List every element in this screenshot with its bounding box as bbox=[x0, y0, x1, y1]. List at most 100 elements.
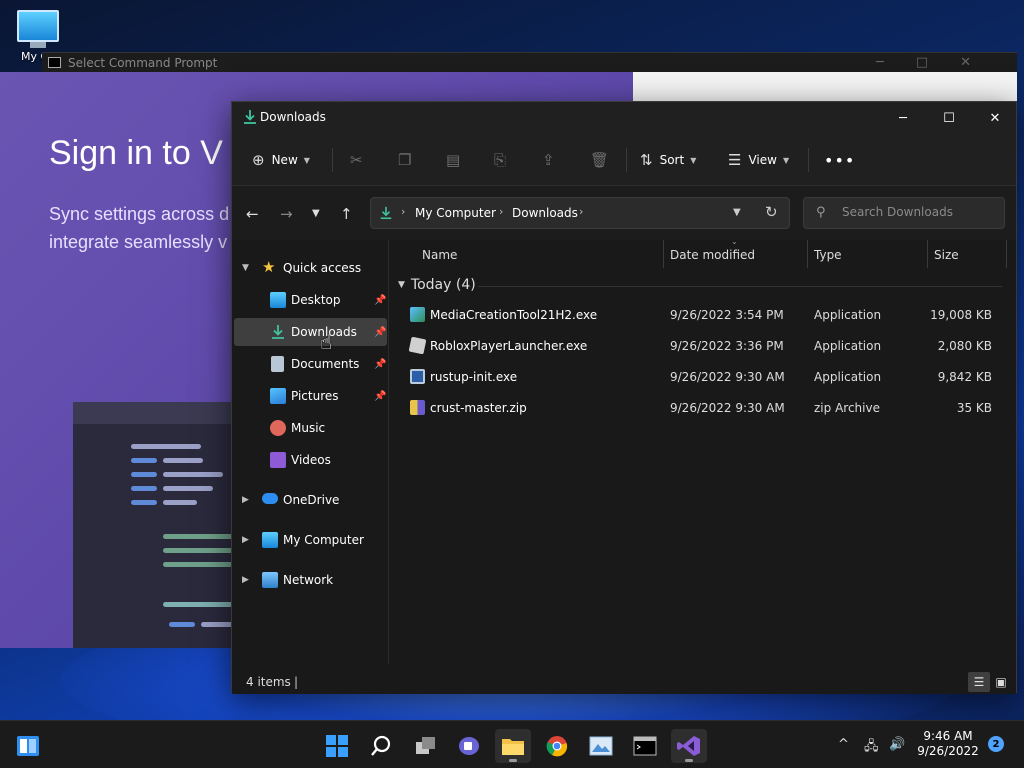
cmd-window-controls[interactable]: ─□✕ bbox=[876, 55, 1003, 70]
address-bar[interactable]: › My Computer › Downloads › ▼ ↻ bbox=[370, 197, 790, 229]
sidebar-item-pictures[interactable]: Pictures 📌 bbox=[234, 382, 387, 410]
view-button[interactable]: ☰ View ▼ bbox=[728, 148, 789, 172]
taskbar-chrome[interactable] bbox=[539, 729, 575, 763]
breadcrumb-chevron-icon: › bbox=[499, 205, 504, 218]
hand-cursor-icon: ☝ bbox=[320, 330, 333, 354]
group-header-today[interactable]: ▼ Today (4) bbox=[398, 277, 476, 293]
arrow-up-icon: ↑ bbox=[340, 205, 353, 223]
sidebar-item-quick-access[interactable]: ▼ ★ Quick access bbox=[234, 254, 387, 282]
sidebar-item-documents[interactable]: Documents 📌 bbox=[234, 350, 387, 378]
search-icon: ⚲ bbox=[816, 205, 826, 220]
breadcrumb-my-computer[interactable]: My Computer bbox=[415, 206, 496, 220]
tiles-view-button[interactable]: ▣ bbox=[990, 672, 1012, 692]
sidebar-item-downloads[interactable]: Downloads 📌 bbox=[234, 318, 387, 346]
file-explorer-window[interactable]: Downloads ─ ☐ ✕ ⊕ New ▼ ✂ ❐ ▤ ⎘ ⇪ 🗑 ⇅ So… bbox=[231, 101, 1017, 764]
plus-circle-icon: ⊕ bbox=[252, 151, 265, 169]
explorer-titlebar[interactable]: Downloads ─ ☐ ✕ bbox=[232, 102, 1016, 134]
maximize-button[interactable]: ☐ bbox=[926, 102, 972, 134]
paste-button[interactable]: ▤ bbox=[446, 148, 467, 172]
address-dropdown-button[interactable]: ▼ bbox=[733, 207, 741, 218]
chat-icon bbox=[459, 737, 479, 755]
new-button[interactable]: ⊕ New ▼ bbox=[252, 148, 310, 172]
chat-button[interactable] bbox=[451, 729, 487, 763]
taskbar-clock[interactable]: 9:46 AM 9/26/2022 bbox=[912, 729, 984, 759]
file-row[interactable]: MediaCreationTool21H2.exe 9/26/2022 3:54… bbox=[398, 300, 1002, 330]
file-row[interactable]: RobloxPlayerLauncher.exe 9/26/2022 3:36 … bbox=[398, 331, 1002, 361]
forward-button[interactable]: → bbox=[280, 205, 293, 223]
details-view-button[interactable]: ☰ bbox=[968, 672, 990, 692]
column-header-type[interactable]: Type bbox=[814, 240, 842, 270]
up-button[interactable]: ↑ bbox=[340, 205, 353, 223]
column-header-size[interactable]: Size bbox=[934, 240, 959, 270]
column-header-name[interactable]: Name bbox=[422, 240, 457, 270]
minimize-button[interactable]: ─ bbox=[880, 102, 926, 134]
file-list: Name ⌄ Date modified Type Size ▼ Today (… bbox=[390, 237, 1016, 764]
sort-button[interactable]: ⇅ Sort ▼ bbox=[640, 148, 696, 172]
chevron-down-icon: ▼ bbox=[242, 263, 249, 273]
file-row[interactable]: rustup-init.exe 9/26/2022 9:30 AM Applic… bbox=[398, 362, 1002, 392]
share-icon: ⇪ bbox=[542, 151, 555, 169]
taskbar-terminal[interactable] bbox=[627, 729, 663, 763]
volume-icon[interactable]: 🔊 bbox=[889, 737, 905, 752]
windows-logo-icon bbox=[326, 735, 348, 757]
chevron-down-icon: ▼ bbox=[303, 155, 310, 165]
sidebar-item-music[interactable]: Music bbox=[234, 414, 387, 442]
music-icon bbox=[270, 420, 286, 436]
delete-button[interactable]: 🗑 bbox=[590, 148, 616, 172]
sidebar-item-network[interactable]: ▶ Network bbox=[234, 566, 387, 594]
navigation-bar: ← → ▼ ↑ › My Computer › Downloads › ▼ ↻ … bbox=[232, 186, 1016, 240]
sidebar-item-my-computer[interactable]: ▶ My Computer bbox=[234, 526, 387, 554]
start-button[interactable] bbox=[319, 729, 355, 763]
sidebar-item-desktop[interactable]: Desktop 📌 bbox=[234, 286, 387, 314]
notification-badge[interactable]: 2 bbox=[988, 736, 1004, 752]
zip-archive-icon bbox=[410, 400, 425, 415]
taskbar-photos[interactable] bbox=[583, 729, 619, 763]
photos-icon bbox=[589, 736, 613, 756]
refresh-button[interactable]: ↻ bbox=[765, 203, 778, 221]
taskbar-visual-studio[interactable] bbox=[671, 729, 707, 763]
breadcrumb-chevron-icon: › bbox=[401, 205, 406, 218]
file-row[interactable]: crust-master.zip 9/26/2022 9:30 AM zip A… bbox=[398, 393, 1002, 423]
search-box[interactable]: ⚲ bbox=[803, 197, 1005, 229]
status-bar: 4 items | ☰ ▣ bbox=[232, 668, 1016, 694]
code-editor-illustration bbox=[73, 402, 243, 648]
sort-icon: ⇅ bbox=[640, 151, 653, 169]
sidebar-item-onedrive[interactable]: ▶ OneDrive bbox=[234, 486, 387, 514]
command-prompt-window[interactable]: Select Command Prompt ─□✕ bbox=[42, 52, 1017, 72]
close-button[interactable]: ✕ bbox=[972, 102, 1018, 134]
taskbar-file-explorer[interactable] bbox=[495, 729, 531, 763]
view-list-icon: ☰ bbox=[728, 151, 742, 169]
ellipsis-icon: ••• bbox=[824, 150, 856, 170]
chevron-down-icon: ▼ bbox=[312, 208, 320, 219]
back-button[interactable]: ← bbox=[246, 205, 259, 223]
command-bar: ⊕ New ▼ ✂ ❐ ▤ ⎘ ⇪ 🗑 ⇅ Sort ▼ ☰ View ▼ ••… bbox=[232, 134, 1016, 186]
sidebar-item-videos[interactable]: Videos bbox=[234, 446, 387, 474]
breadcrumb-chevron-icon: › bbox=[579, 205, 584, 218]
cut-button[interactable]: ✂ bbox=[350, 148, 370, 172]
widgets-icon bbox=[17, 736, 39, 756]
breadcrumb-downloads[interactable]: Downloads bbox=[512, 206, 578, 220]
column-header-date[interactable]: Date modified bbox=[670, 240, 755, 270]
recent-locations-button[interactable]: ▼ bbox=[312, 208, 320, 219]
more-options-button[interactable]: ••• bbox=[824, 148, 855, 172]
copy-button[interactable]: ❐ bbox=[398, 148, 418, 172]
chevron-down-icon: ▼ bbox=[782, 155, 790, 165]
share-button[interactable]: ⇪ bbox=[542, 148, 562, 172]
show-hidden-icons-button[interactable]: ^ bbox=[838, 737, 849, 752]
rename-button[interactable]: ⎘ bbox=[494, 148, 513, 172]
scissors-icon: ✂ bbox=[350, 151, 363, 169]
star-icon: ★ bbox=[262, 258, 276, 276]
chrome-icon bbox=[546, 736, 568, 757]
network-status-icon[interactable]: 🖧 bbox=[864, 737, 879, 759]
tiles-view-icon: ▣ bbox=[995, 675, 1007, 689]
search-input[interactable] bbox=[842, 205, 992, 219]
download-icon bbox=[380, 206, 392, 220]
widgets-button[interactable] bbox=[10, 729, 46, 763]
search-button[interactable] bbox=[363, 729, 399, 763]
clipboard-icon: ▤ bbox=[446, 151, 461, 169]
pin-icon: 📌 bbox=[374, 390, 387, 402]
task-view-button[interactable] bbox=[408, 729, 444, 763]
task-view-icon bbox=[416, 737, 435, 754]
window-title: Downloads bbox=[260, 110, 326, 124]
video-icon bbox=[270, 452, 286, 468]
